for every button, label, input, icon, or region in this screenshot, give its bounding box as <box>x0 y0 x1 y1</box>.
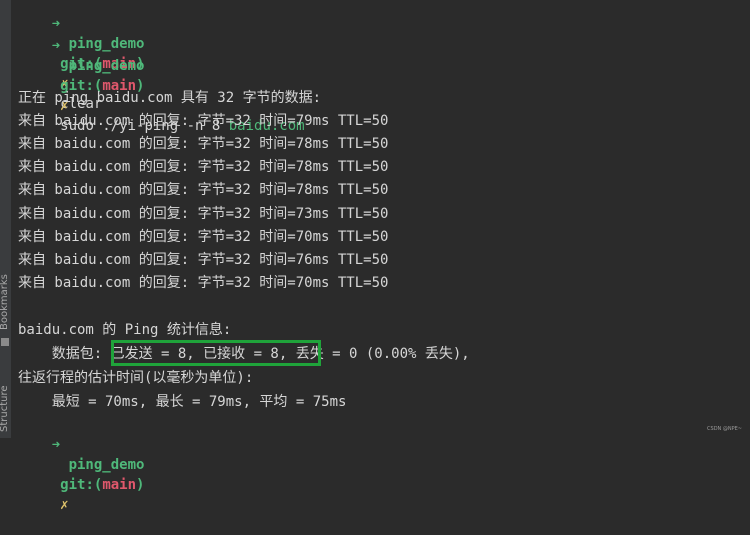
bookmark-icon <box>1 338 9 346</box>
prompt-arrow-icon: ➜ <box>51 437 61 453</box>
prompt-arrow-icon: ➜ <box>51 38 61 54</box>
sent-received-highlight-box <box>111 340 321 366</box>
reply-line: 来自 baidu.com 的回复: 字节=32 时间=78ms TTL=50 <box>18 159 389 175</box>
reply-line: 来自 baidu.com 的回复: 字节=32 时间=73ms TTL=50 <box>18 206 389 222</box>
prompt-git-label: git:( <box>60 477 103 493</box>
rtt-line: 最短 = 70ms, 最长 = 79ms, 平均 = 75ms <box>18 394 347 410</box>
prompt-line-2: ➜ ping_demo git:(main) ✗ sudo ./yi-ping … <box>18 16 305 134</box>
prompt-branch: main <box>102 477 137 493</box>
reply-line: 来自 baidu.com 的回复: 字节=32 时间=70ms TTL=50 <box>18 275 389 291</box>
prompt-git-close: ) <box>136 477 145 493</box>
prompt-line-3: ➜ ping_demo git:(main) ✗ <box>18 415 145 513</box>
prompt-line-1: ➜ ping_demo git:(main) ✗ clear <box>18 0 145 112</box>
watermark-text: CSDN @NPE~ <box>707 426 742 432</box>
bookmarks-tab[interactable]: Bookmarks <box>0 274 10 330</box>
ide-side-toolbar: Bookmarks Structure <box>0 0 11 438</box>
output-header: 正在 ping baidu.com 具有 32 字节的数据: <box>18 90 322 106</box>
reply-line: 来自 baidu.com 的回复: 字节=32 时间=70ms TTL=50 <box>18 229 389 245</box>
prompt-directory: ping_demo <box>68 58 145 74</box>
prompt-directory: ping_demo <box>68 457 145 473</box>
reply-line: 来自 baidu.com 的回复: 字节=32 时间=78ms TTL=50 <box>18 182 389 198</box>
reply-line: 来自 baidu.com 的回复: 字节=32 时间=76ms TTL=50 <box>18 252 389 268</box>
terminal-window[interactable]: ➜ ping_demo git:(main) ✗ clear ➜ ping_de… <box>0 0 750 513</box>
structure-tab[interactable]: Structure <box>0 385 10 432</box>
reply-line: 来自 baidu.com 的回复: 字节=32 时间=78ms TTL=50 <box>18 136 389 152</box>
prompt-directory: ping_demo <box>68 36 145 52</box>
reply-line: 来自 baidu.com 的回复: 字节=32 时间=79ms TTL=50 <box>18 113 389 129</box>
stats-title: baidu.com 的 Ping 统计信息: <box>18 322 232 338</box>
rtt-title: 往返行程的估计时间(以毫秒为单位): <box>18 370 254 386</box>
prompt-dirty-icon: ✗ <box>60 497 69 513</box>
